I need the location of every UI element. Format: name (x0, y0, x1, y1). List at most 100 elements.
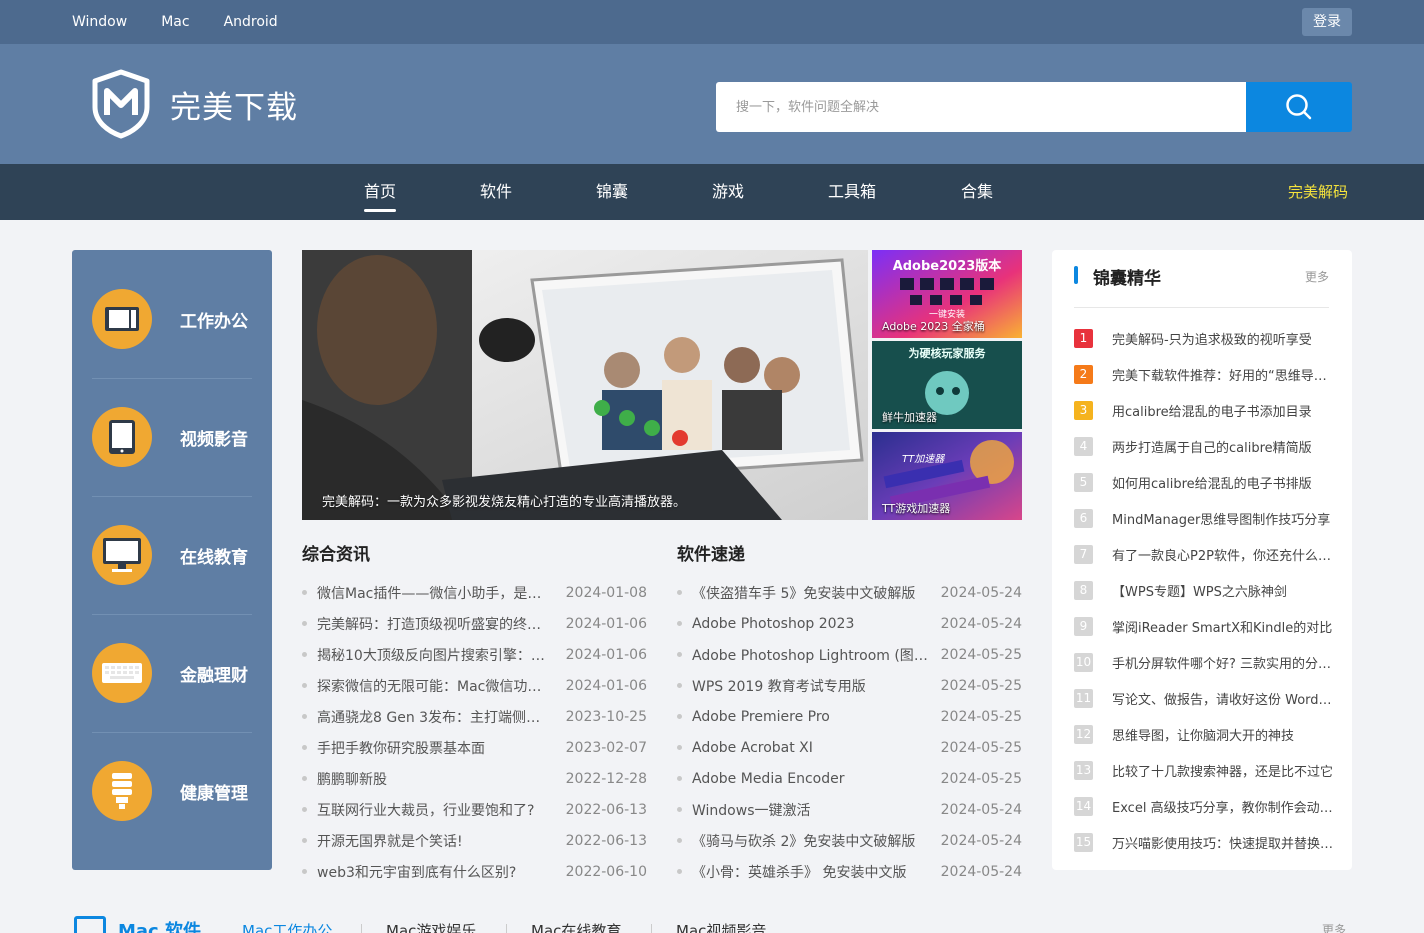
news-row[interactable]: 微信Mac插件——微信小助手，是一款功能强大的插件2024-01-08 (302, 577, 647, 608)
software-row[interactable]: Adobe Premiere Pro 2024-05-25 (677, 701, 1022, 732)
software-row[interactable]: Adobe Media Encoder 2024-05-25 (677, 763, 1022, 794)
news-section-title: 综合资讯 (302, 545, 370, 565)
mac-tab-video[interactable]: Mac视频影音 (676, 920, 766, 933)
news-title: 手把手教你研究股票基本面 (317, 740, 485, 757)
software-row[interactable]: Windows一键激活 2024-05-24 (677, 794, 1022, 825)
news-row[interactable]: 开源无国界就是个笑话! 2022-06-13 (302, 825, 647, 856)
tips-rank-item[interactable]: 15 万兴喵影使用技巧：快速提取并替换音频 (1074, 824, 1334, 860)
thumb-caption: Adobe 2023 全家桶 (882, 320, 985, 333)
nav-item-software[interactable]: 软件 (480, 164, 512, 220)
news-date: 2024-01-06 (565, 677, 647, 694)
tips-rank-item[interactable]: 5 如何用calibre给混乱的电子书排版 (1074, 464, 1334, 500)
thumb-tt[interactable]: TT加速器 TT游戏加速器 (872, 432, 1022, 520)
platform-link-window[interactable]: Window (72, 14, 127, 30)
mac-more-link[interactable]: 更多 (1322, 921, 1346, 933)
tips-rank-item[interactable]: 7 有了一款良心P2P软件，你还充什么会员 (1074, 536, 1334, 572)
hero-banner[interactable]: 完美解码：一款为众多影视发烧友精心打造的专业高清播放器。 (302, 250, 868, 520)
rank-number-badge: 7 (1074, 544, 1093, 564)
news-date: 2023-02-07 (565, 739, 647, 756)
tips-rank-item[interactable]: 14 Excel 高级技巧分享，教你制作会动的图表 (1074, 788, 1334, 824)
search-input[interactable] (716, 82, 1246, 132)
display-icon (92, 289, 152, 349)
thumb-banner-text: TT加速器 (902, 453, 945, 465)
title-accent-bar (1074, 266, 1078, 284)
software-title: Adobe Media Encoder (692, 770, 845, 787)
tips-rank-item[interactable]: 9 掌阅iReader SmartX和Kindle的对比 (1074, 608, 1334, 644)
news-row[interactable]: 揭秘10大顶级反向图片搜索引擎：重新定义搜索2024-01-06 (302, 639, 647, 670)
rank-number-badge: 3 (1074, 400, 1093, 420)
category-office[interactable]: 工作办公 (92, 260, 252, 378)
software-row[interactable]: 《骑马与砍杀 2》免安装中文破解版 2024-05-24 (677, 825, 1022, 856)
thumb-xianniu[interactable]: 为硬核玩家服务 鲜牛加速器 (872, 341, 1022, 429)
nav-item-games[interactable]: 游戏 (712, 164, 744, 220)
rank-item-title: 比较了十几款搜索神器，还是比不过它 (1112, 764, 1334, 780)
nav-link-perfect-decoder[interactable]: 完美解码 (1288, 164, 1348, 220)
rank-number-badge: 9 (1074, 616, 1093, 636)
tips-rank-item[interactable]: 3 用calibre给混乱的电子书添加目录 (1074, 392, 1334, 428)
tips-rank-item[interactable]: 4 两步打造属于自己的calibre精简版 (1074, 428, 1334, 464)
login-button[interactable]: 登录 (1302, 8, 1352, 36)
tips-rank-item[interactable]: 6 MindManager思维导图制作技巧分享 (1074, 500, 1334, 536)
software-row[interactable]: 《小骨：英雄杀手》 免安装中文版 2024-05-24 (677, 856, 1022, 887)
bullet-dot (677, 590, 682, 595)
news-date: 2024-01-08 (565, 584, 647, 601)
mac-tab-education[interactable]: Mac在线教育 (531, 920, 621, 933)
tips-panel-title: 锦囊精华 (1093, 269, 1161, 289)
platform-link-mac[interactable]: Mac (161, 14, 189, 30)
bullet-dot (302, 714, 307, 719)
thumb-adobe[interactable]: Adobe2023版本 一键安装 Adobe 2023 全家桶 (872, 250, 1022, 338)
news-row[interactable]: 高通骁龙8 Gen 3发布：主打端侧生成式AI 2023-10-25 (302, 701, 647, 732)
rank-item-title: 完美解码-只为追求极致的视听享受 (1112, 332, 1312, 348)
nav-item-toolbox[interactable]: 工具箱 (828, 164, 876, 220)
tips-rank-item[interactable]: 13 比较了十几款搜索神器，还是比不过它 (1074, 752, 1334, 788)
category-finance[interactable]: 金融理财 (92, 614, 252, 732)
software-row[interactable]: Adobe Photoshop Lightroom (图像处理) 2024-05-… (677, 639, 1022, 670)
tips-rank-item[interactable]: 11 写论文、做报告，请收好这份 Word 技巧 (1074, 680, 1334, 716)
tips-rank-item[interactable]: 10 手机分屏软件哪个好? 三款实用的分屏软件 (1074, 644, 1334, 680)
search-button[interactable] (1246, 82, 1352, 132)
news-date: 2024-01-06 (565, 615, 647, 632)
tips-rank-item[interactable]: 8 【WPS专题】WPS之六脉神剑 (1074, 572, 1334, 608)
thumb-banner-text: 为硬核玩家服务 (909, 346, 987, 360)
bullet-dot (302, 807, 307, 812)
rank-item-title: 写论文、做报告，请收好这份 Word 技巧 (1112, 692, 1334, 708)
nav-item-home[interactable]: 首页 (364, 164, 397, 220)
news-title: 微信Mac插件——微信小助手，是一款功能强大的插件 (317, 585, 566, 602)
mac-tab-office[interactable]: Mac工作办公 (242, 920, 332, 933)
news-date: 2022-12-28 (565, 770, 647, 787)
news-row[interactable]: 手把手教你研究股票基本面 2023-02-07 (302, 732, 647, 763)
site-logo[interactable]: 完美下载 (90, 69, 298, 139)
category-education[interactable]: 在线教育 (92, 496, 252, 614)
news-row[interactable]: 完美解码：打造顶级视听盛宴的终极播放器 2024-01-06 (302, 608, 647, 639)
news-row[interactable]: 互联网行业大裁员，行业要饱和了? 2022-06-13 (302, 794, 647, 825)
rank-item-title: 完美下载软件推荐：好用的“思维导图”软件 (1112, 368, 1334, 384)
shield-logo-icon (92, 69, 150, 139)
news-title: 互联网行业大裁员，行业要饱和了? (317, 802, 535, 819)
platform-link-android[interactable]: Android (224, 14, 278, 30)
search-icon (1286, 94, 1312, 120)
nav-item-tips[interactable]: 锦囊 (596, 164, 628, 220)
rank-item-title: Excel 高级技巧分享，教你制作会动的图表 (1112, 800, 1334, 816)
software-row[interactable]: Adobe Acrobat XI 2024-05-25 (677, 732, 1022, 763)
tips-rank-item[interactable]: 12 思维导图，让你脑洞大开的神技 (1074, 716, 1334, 752)
rank-number-badge: 1 (1074, 328, 1093, 348)
nav-item-collections[interactable]: 合集 (961, 164, 993, 220)
software-row[interactable]: Adobe Photoshop 2023 2024-05-24 (677, 608, 1022, 639)
software-date: 2024-05-25 (940, 770, 1022, 787)
news-date: 2022-06-13 (565, 832, 647, 849)
news-row[interactable]: 探索微信的无限可能：Mac微信功能全解析 2024-01-06 (302, 670, 647, 701)
bullet-dot (677, 683, 682, 688)
tips-more-link[interactable]: 更多 (1305, 268, 1329, 285)
news-date: 2024-01-06 (565, 646, 647, 663)
category-video[interactable]: 视频影音 (92, 378, 252, 496)
news-row[interactable]: 鹏鹏聊新股 2022-12-28 (302, 763, 647, 794)
rank-number-badge: 4 (1074, 436, 1093, 456)
software-list: 《侠盗猎车手 5》免安装中文破解版 2024-05-24 Adobe Photos… (677, 577, 1022, 887)
category-health[interactable]: 健康管理 (92, 732, 252, 850)
tips-rank-item[interactable]: 1 完美解码-只为追求极致的视听享受 (1074, 320, 1334, 356)
software-row[interactable]: 《侠盗猎车手 5》免安装中文破解版 2024-05-24 (677, 577, 1022, 608)
tips-rank-item[interactable]: 2 完美下载软件推荐：好用的“思维导图”软件 (1074, 356, 1334, 392)
software-row[interactable]: WPS 2019 教育考试专用版 2024-05-25 (677, 670, 1022, 701)
mac-tab-games[interactable]: Mac游戏娱乐 (386, 920, 476, 933)
news-row[interactable]: web3和元宇宙到底有什么区别? 2022-06-10 (302, 856, 647, 887)
